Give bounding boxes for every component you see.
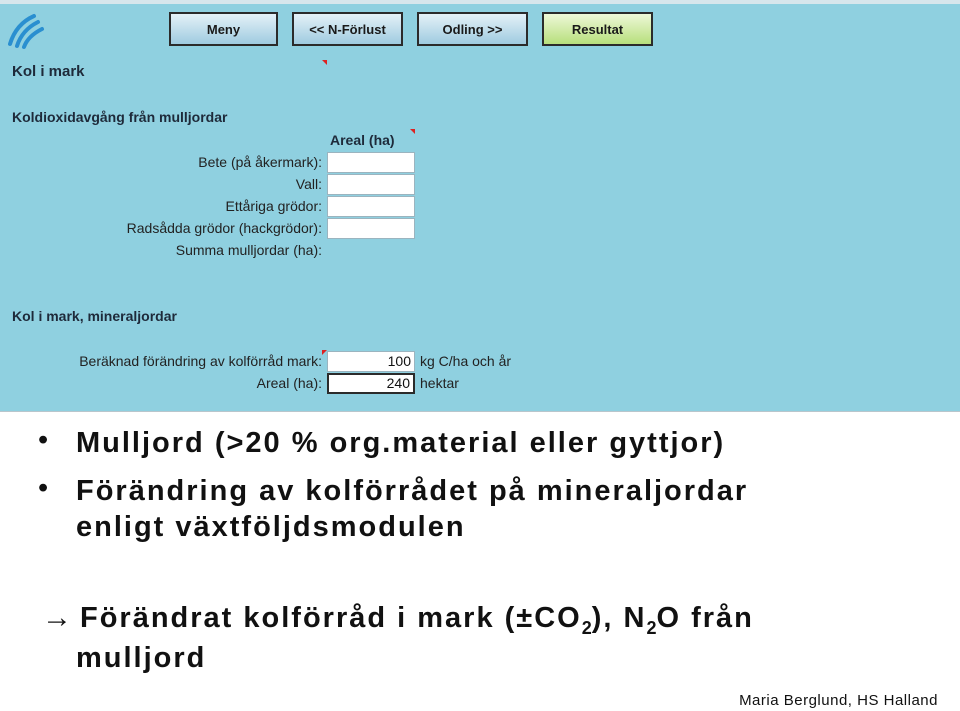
row-label-ettariga: Ettåriga grödor: [225, 198, 323, 214]
sheet-title: Kol i mark [12, 63, 85, 80]
conclusion-part-b: ), N [591, 602, 647, 634]
areal-unit: hektar [420, 375, 459, 391]
input-cell-radsadda[interactable] [327, 218, 415, 239]
spreadsheet-panel: Meny << N-Förlust Odling >> Resultat Kol… [0, 0, 960, 412]
conclusion-part-c: O från [656, 602, 754, 634]
conclusion-part-a: Förändrat kolförråd i mark (±CO [80, 602, 582, 634]
section2-heading: Kol i mark, mineraljordar [12, 308, 177, 324]
arrow-icon: → [42, 601, 72, 634]
conclusion-line2: mulljord [76, 642, 207, 674]
input-cell-vall[interactable] [327, 174, 415, 195]
areal-column-header: Areal (ha) [330, 132, 395, 148]
bullet-dot: • [38, 424, 49, 456]
n2o-subscript: 2 [646, 617, 657, 638]
comment-marker [322, 60, 327, 65]
row-label-vall: Vall: [295, 176, 322, 192]
section1-heading: Koldioxidavgång från mulljordar [12, 109, 228, 125]
logo-icon [8, 14, 44, 49]
resultat-button[interactable]: Resultat [542, 12, 653, 46]
bullet-1-text: Mulljord (>20 % org.material eller gyttj… [76, 427, 726, 459]
co2-subscript: 2 [581, 617, 592, 638]
row-label-radsadda: Radsådda grödor (hackgrödor): [126, 220, 322, 236]
meny-button[interactable]: Meny [169, 12, 278, 46]
input-cell-bete[interactable] [327, 152, 415, 173]
input-cell-ettariga[interactable] [327, 196, 415, 217]
bullet-2-line1: Förändring av kolförrådet på mineraljord… [76, 475, 749, 507]
top-strip [0, 0, 960, 4]
row-label-bete: Bete (på åkermark): [198, 154, 322, 170]
areal-value-cell[interactable]: 240 [327, 373, 415, 394]
sum-label: Summa mulljordar (ha): [175, 242, 322, 258]
kolforrad-label: Beräknad förändring av kolförråd mark: [79, 353, 322, 369]
comment-marker [410, 129, 415, 134]
kolforrad-unit: kg C/ha och år [420, 353, 512, 369]
bullet-2-line2: enligt växtföljdsmodulen [76, 511, 466, 543]
odling-button[interactable]: Odling >> [417, 12, 528, 46]
n-forlust-button[interactable]: << N-Förlust [292, 12, 403, 46]
bullet-dot: • [38, 472, 49, 504]
areal-label: Areal (ha): [256, 375, 322, 391]
kolforrad-value-cell[interactable]: 100 [327, 351, 415, 372]
footer-author: Maria Berglund, HS Halland [739, 692, 938, 709]
